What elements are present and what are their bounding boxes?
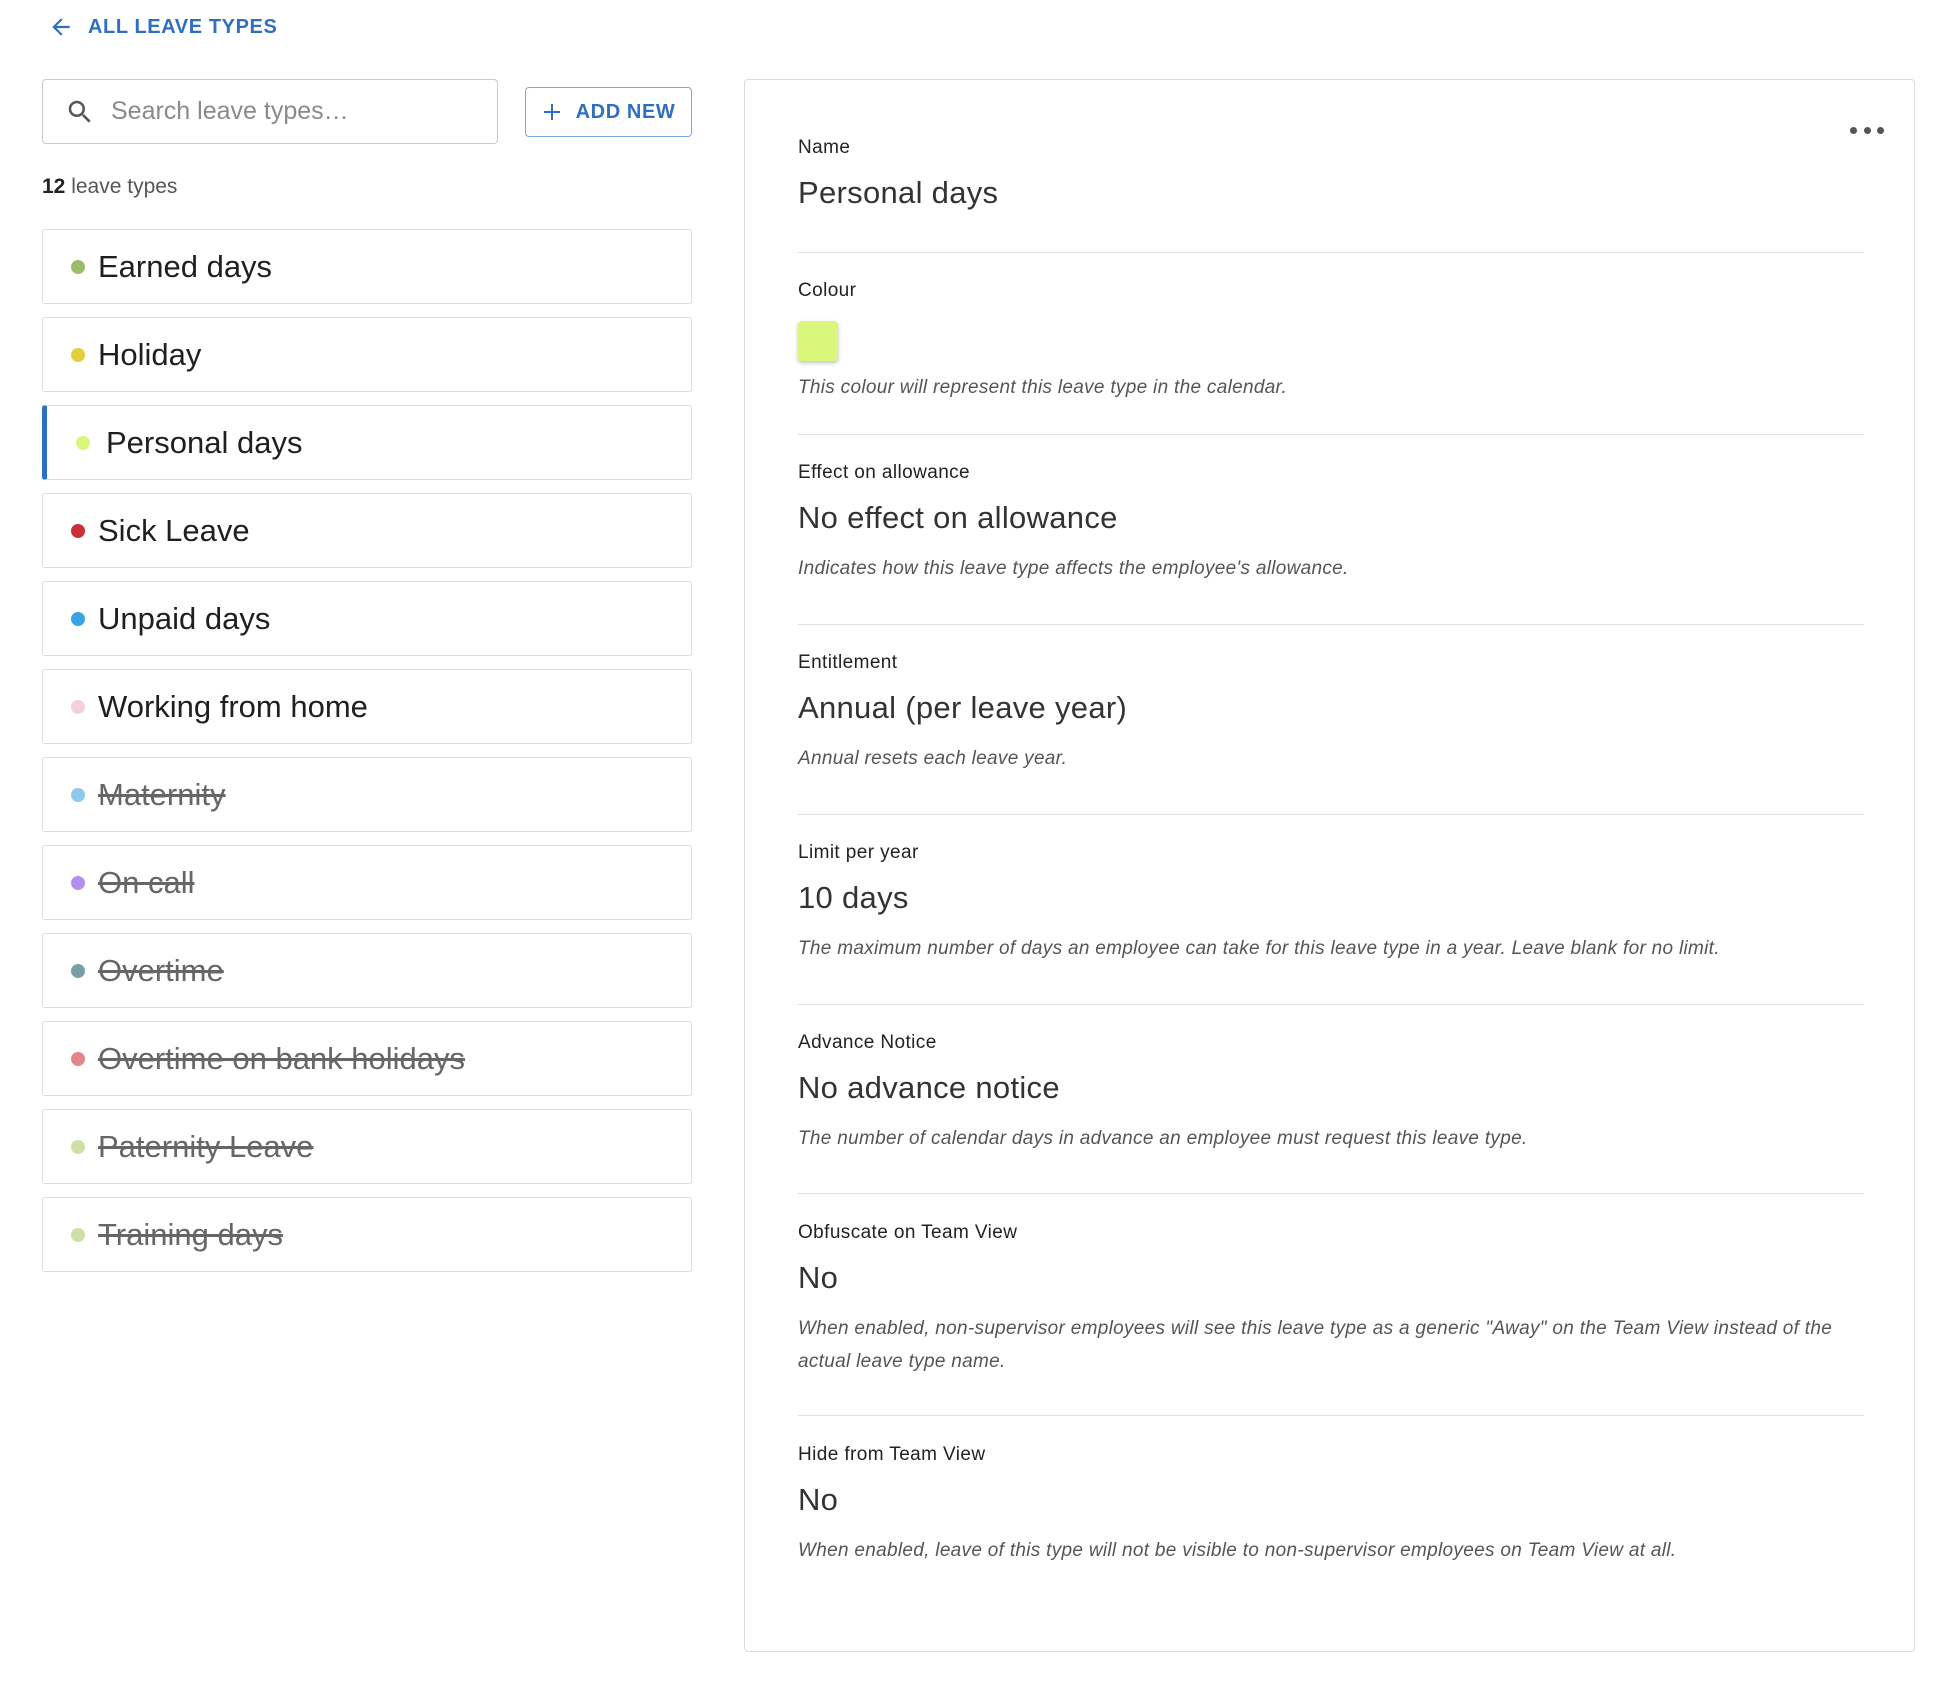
leave-type-item[interactable]: On call: [42, 845, 692, 920]
advance-notice-field: Advance Notice No advance notice The num…: [798, 1032, 1864, 1155]
divider: [798, 1004, 1864, 1005]
divider: [798, 1193, 1864, 1194]
search-box[interactable]: [42, 79, 498, 144]
leave-type-color-dot: [71, 963, 85, 978]
leave-type-item[interactable]: Working from home: [42, 669, 692, 744]
name-label: Name: [798, 137, 851, 158]
divider: [798, 624, 1864, 625]
obfuscate-description: When enabled, non-supervisor employees w…: [798, 1318, 1833, 1372]
leave-type-list: Earned days Holiday Personal days Sick Leav…: [42, 229, 692, 1285]
leave-type-color-dot: [71, 347, 85, 362]
search-icon: [68, 100, 91, 123]
colour-field: Colour This colour will represent this l…: [798, 280, 1864, 404]
entitlement-field: Entitlement Annual (per leave year) Annu…: [798, 652, 1864, 775]
divider: [798, 252, 1864, 253]
leave-type-name: Overtime on bank holidays: [98, 1040, 466, 1076]
add-new-label: ADD NEW: [575, 100, 676, 123]
plus-icon: [543, 104, 560, 120]
effect-label: Effect on allowance: [798, 462, 971, 483]
leave-type-name: Overtime: [98, 952, 224, 988]
count-suffix: leave types: [71, 175, 178, 198]
entitlement-value: Annual (per leave year): [798, 690, 1128, 725]
limit-description: The maximum number of days an employee c…: [798, 938, 1720, 959]
obfuscate-label: Obfuscate on Team View: [798, 1222, 1018, 1243]
leave-type-item[interactable]: Overtime on bank holidays: [42, 1021, 692, 1096]
colour-swatch[interactable]: [798, 321, 838, 361]
all-leave-types-label: ALL LEAVE TYPES: [88, 15, 278, 38]
add-new-button[interactable]: ADD NEW: [525, 87, 692, 137]
effect-field: Effect on allowance No effect on allowan…: [798, 462, 1864, 585]
leave-type-color-dot: [76, 435, 90, 450]
leave-type-color-dot: [71, 259, 85, 274]
leave-type-name: On call: [98, 864, 195, 900]
leave-type-color-dot: [71, 1139, 85, 1154]
leave-type-color-dot: [71, 1051, 85, 1066]
effect-description: Indicates how this leave type affects th…: [798, 558, 1349, 579]
leave-type-item[interactable]: Overtime: [42, 933, 692, 1008]
advance-notice-description: The number of calendar days in advance a…: [798, 1128, 1528, 1149]
name-value: Personal days: [798, 175, 999, 210]
leave-type-color-dot: [71, 787, 85, 802]
leave-type-name: Personal days: [106, 424, 303, 460]
leave-type-name: Earned days: [98, 248, 273, 284]
leave-type-item[interactable]: Earned days: [42, 229, 692, 304]
entitlement-description: Annual resets each leave year.: [798, 748, 1068, 769]
name-field: Name Personal days: [798, 137, 1864, 211]
advance-notice-label: Advance Notice: [798, 1032, 937, 1053]
count-number: 12: [42, 175, 66, 198]
effect-value: No effect on allowance: [798, 500, 1118, 535]
leave-type-item[interactable]: Holiday: [42, 317, 692, 392]
divider: [798, 814, 1864, 815]
leave-type-name: Unpaid days: [98, 600, 271, 636]
divider: [798, 434, 1864, 435]
hide-field: Hide from Team View No When enabled, lea…: [798, 1444, 1864, 1567]
leave-type-item[interactable]: Personal days: [42, 405, 692, 480]
limit-field: Limit per year 10 days The maximum numbe…: [798, 842, 1864, 965]
leave-type-item[interactable]: Training days: [42, 1197, 692, 1272]
limit-value: 10 days: [798, 880, 909, 915]
leave-type-color-dot: [71, 1227, 85, 1242]
entitlement-label: Entitlement: [798, 652, 898, 673]
leave-type-detail-panel: Name Personal days Colour This colour wi…: [744, 79, 1915, 1652]
leave-type-name: Working from home: [98, 688, 368, 724]
colour-description: This colour will represent this leave ty…: [798, 377, 1288, 398]
all-leave-types-link[interactable]: ALL LEAVE TYPES: [48, 14, 277, 40]
leave-type-name: Paternity Leave: [98, 1128, 314, 1164]
leave-type-color-dot: [71, 699, 85, 714]
leave-type-count: 12 leave types: [42, 175, 177, 199]
search-input[interactable]: [111, 97, 481, 126]
obfuscate-field: Obfuscate on Team View No When enabled, …: [798, 1222, 1864, 1378]
leave-type-item[interactable]: Maternity: [42, 757, 692, 832]
leave-type-color-dot: [71, 611, 85, 626]
leave-type-name: Training days: [98, 1216, 283, 1252]
leave-type-item[interactable]: Sick Leave: [42, 493, 692, 568]
divider: [798, 1415, 1864, 1416]
colour-label: Colour: [798, 280, 857, 301]
hide-label: Hide from Team View: [798, 1444, 986, 1465]
hide-value: No: [798, 1482, 839, 1517]
leave-type-color-dot: [71, 523, 85, 538]
leave-type-name: Holiday: [98, 336, 202, 372]
leave-type-name: Sick Leave: [98, 512, 250, 548]
leave-type-item[interactable]: Unpaid days: [42, 581, 692, 656]
leave-type-name: Maternity: [98, 776, 226, 812]
leave-type-item[interactable]: Paternity Leave: [42, 1109, 692, 1184]
obfuscate-value: No: [798, 1260, 839, 1295]
advance-notice-value: No advance notice: [798, 1070, 1060, 1105]
limit-label: Limit per year: [798, 842, 919, 863]
arrow-left-icon: [52, 18, 70, 36]
hide-description: When enabled, leave of this type will no…: [798, 1540, 1677, 1561]
leave-type-color-dot: [71, 875, 85, 890]
